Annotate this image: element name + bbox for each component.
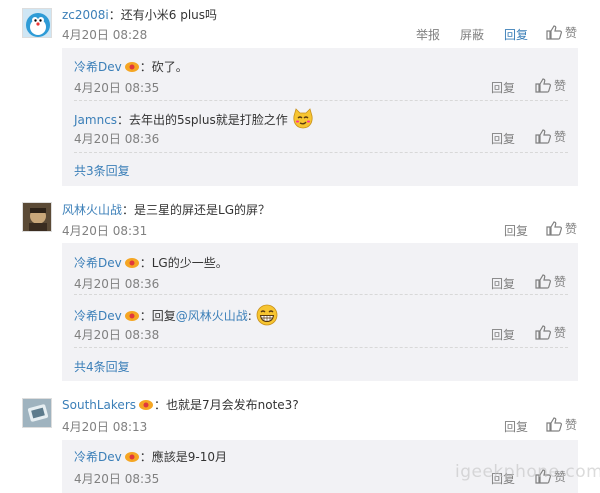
thumbs-up-icon — [535, 129, 551, 144]
comment-3-line: SouthLakers ：也就是7月会发布note3? — [62, 396, 299, 413]
reply-2-2-like-button[interactable]: 赞 — [535, 324, 566, 341]
reply-1-2-like-button[interactable]: 赞 — [535, 128, 566, 145]
comment-2-text: ：是三星的屏还是LG的屏？ — [122, 203, 271, 217]
comment-1-block-button[interactable]: 屏蔽 — [460, 26, 484, 43]
comment-1-like-button[interactable]: 赞 — [546, 24, 577, 41]
like-label: 赞 — [554, 326, 567, 340]
reply-2-1-reply-button[interactable]: 回复 — [491, 275, 515, 292]
reply-2-2-reply-button[interactable]: 回复 — [491, 326, 515, 343]
avatar-fenglin[interactable] — [22, 202, 52, 232]
avatar-zc2008i[interactable] — [22, 8, 52, 38]
reply-2-2-text-prefix: ：回复 — [139, 309, 176, 323]
thumbs-up-icon — [546, 221, 562, 236]
comment-1-line: zc2008i：还有小米6 plus吗 — [62, 6, 217, 23]
comment-2-reply-button[interactable]: 回复 — [504, 222, 528, 239]
reply-3-1-line: 冷希Dev ：應該是9-10月 — [74, 448, 227, 465]
reply-1-1-text: ：砍了。 — [139, 60, 188, 74]
reply-2-1-text: ：LG的少一些。 — [139, 256, 228, 270]
watermark: igeekphone.com — [455, 462, 600, 482]
like-label: 赞 — [565, 26, 578, 40]
comment-1-more-replies-link[interactable]: 共3条回复 — [74, 162, 130, 179]
weibo-v-badge-icon — [138, 398, 154, 411]
reply-2-2-time: 4月20日 08:38 — [74, 328, 160, 342]
reply-1-1-time: 4月20日 08:35 — [74, 81, 160, 95]
comment-1-report-button[interactable]: 举报 — [416, 26, 440, 43]
divider — [74, 100, 568, 101]
comment-1-text: ：还有小米6 plus吗 — [108, 8, 218, 22]
thumbs-up-icon — [546, 25, 562, 40]
grinning-emoji — [256, 304, 278, 329]
comment-2-like-button[interactable]: 赞 — [546, 220, 577, 237]
like-label: 赞 — [565, 222, 578, 236]
reply-2-1-username[interactable]: 冷希Dev — [74, 256, 122, 270]
avatar-southlakers[interactable] — [22, 398, 52, 428]
reply-1-2-username[interactable]: Jamncs — [74, 113, 117, 127]
weibo-v-badge-icon — [124, 309, 140, 322]
reply-2-1-line: 冷希Dev ：LG的少一些。 — [74, 254, 228, 271]
comment-2-username[interactable]: 风林火山战 — [62, 203, 122, 217]
comment-2-more-replies-link[interactable]: 共4条回复 — [74, 358, 130, 375]
smirk-cat-emoji — [292, 108, 314, 133]
thumbs-up-icon — [546, 417, 562, 432]
comment-3-text: ：也就是7月会发布note3? — [154, 398, 299, 412]
reply-2-2-mention-link[interactable]: @风林火山战 — [176, 309, 248, 323]
reply-1-2-text: ：去年出的5splus就是打脸之作 — [117, 113, 288, 127]
like-label: 赞 — [554, 275, 567, 289]
reply-3-1-time: 4月20日 08:35 — [74, 472, 160, 486]
thumbs-up-icon — [535, 78, 551, 93]
divider — [74, 152, 568, 153]
thumbs-up-icon — [535, 274, 551, 289]
comment-1-reply-button[interactable]: 回复 — [504, 26, 528, 43]
divider — [74, 294, 568, 295]
reply-1-1-reply-button[interactable]: 回复 — [491, 79, 515, 96]
weibo-v-badge-icon — [124, 450, 140, 463]
weibo-v-badge-icon — [124, 60, 140, 73]
comment-1-username[interactable]: zc2008i — [62, 8, 109, 22]
comment-3-username[interactable]: SouthLakers — [62, 398, 136, 412]
reply-2-2-username[interactable]: 冷希Dev — [74, 309, 122, 323]
reply-1-2-time: 4月20日 08:36 — [74, 132, 160, 146]
reply-3-1-username[interactable]: 冷希Dev — [74, 450, 122, 464]
weibo-v-badge-icon — [124, 256, 140, 269]
reply-1-1-username[interactable]: 冷希Dev — [74, 60, 122, 74]
reply-1-1-line: 冷希Dev ：砍了。 — [74, 58, 188, 75]
comment-2-line: 风林火山战：是三星的屏还是LG的屏？ — [62, 201, 270, 218]
comment-3-like-button[interactable]: 赞 — [546, 416, 577, 433]
comment-3-time: 4月20日 08:13 — [62, 420, 148, 434]
comment-2-time: 4月20日 08:31 — [62, 224, 148, 238]
comment-1-time: 4月20日 08:28 — [62, 28, 148, 42]
reply-1-1-like-button[interactable]: 赞 — [535, 77, 566, 94]
like-label: 赞 — [554, 130, 567, 144]
reply-3-1-text: ：應該是9-10月 — [139, 450, 227, 464]
comment-3-reply-button[interactable]: 回复 — [504, 418, 528, 435]
reply-2-1-time: 4月20日 08:36 — [74, 277, 160, 291]
reply-1-2-reply-button[interactable]: 回复 — [491, 130, 515, 147]
reply-2-2-text-suffix: : — [247, 309, 252, 323]
like-label: 赞 — [565, 418, 578, 432]
thumbs-up-icon — [535, 325, 551, 340]
reply-2-1-like-button[interactable]: 赞 — [535, 273, 566, 290]
like-label: 赞 — [554, 79, 567, 93]
divider — [74, 347, 568, 348]
